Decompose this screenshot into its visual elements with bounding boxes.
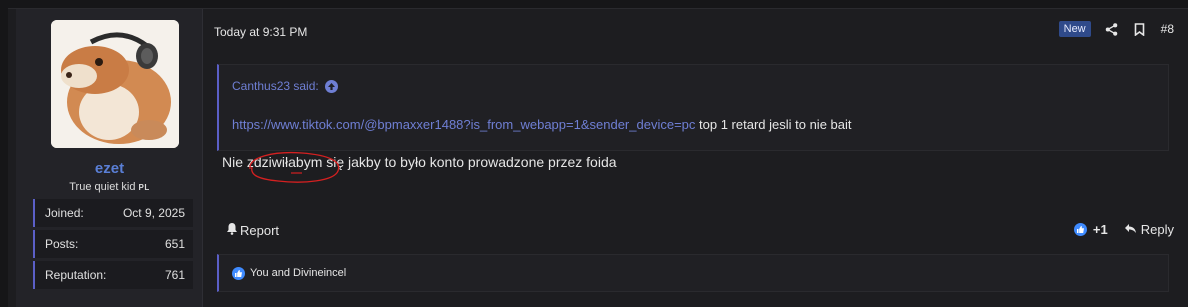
stat-joined: Joined: Oct 9, 2025 [33, 199, 193, 227]
quote-author[interactable]: Canthus23 said: [232, 79, 319, 93]
stat-value: 651 [164, 237, 185, 251]
like-count[interactable]: +1 [1073, 222, 1108, 237]
quote-link[interactable]: https://www.tiktok.com/@bpmaxxer1488?is_… [232, 117, 695, 132]
stat-label: Reputation: [45, 268, 107, 282]
stat-label: Posts: [45, 237, 79, 251]
quote-body: https://www.tiktok.com/@bpmaxxer1488?is_… [232, 117, 852, 132]
post-main: Today at 9:31 PM New #8 Canthus23 said: … [204, 9, 1188, 307]
share-icon[interactable] [1105, 22, 1119, 36]
report-button[interactable]: Report [226, 222, 279, 238]
hamster-headphones-avatar-image [51, 20, 179, 148]
like-icon [232, 266, 245, 280]
post-footer-actions: +1 Reply [1073, 222, 1174, 237]
quote-attribution[interactable]: Canthus23 said: [232, 79, 338, 93]
stat-value: Oct 9, 2025 [122, 206, 185, 220]
post-user-column: ezet True quiet kid PL Joined: Oct 9, 202… [16, 9, 203, 307]
avatar[interactable] [51, 20, 179, 148]
bookmark-icon[interactable] [1133, 22, 1147, 36]
red-circle-annotation [249, 151, 340, 183]
post-date[interactable]: Today at 9:31 PM [214, 25, 307, 39]
country-flag-label: PL [138, 183, 150, 192]
like-count-value: +1 [1092, 222, 1108, 237]
reactions-bar[interactable]: You and Divineincel [217, 254, 1169, 292]
reply-label: Reply [1140, 222, 1174, 237]
post-number[interactable]: #8 [1161, 22, 1174, 36]
quote-text: top 1 retard jesli to nie bait [699, 117, 852, 132]
stat-label: Joined: [45, 206, 84, 220]
reply-button[interactable]: Reply [1124, 222, 1174, 237]
quote-block: Canthus23 said: https://www.tiktok.com/@… [217, 64, 1169, 151]
bell-icon [226, 222, 238, 238]
like-icon [1073, 223, 1087, 236]
username[interactable]: ezet [16, 160, 203, 177]
reply-icon [1124, 222, 1137, 237]
new-badge: New [1058, 21, 1091, 37]
user-title: True quiet kid PL [16, 181, 203, 193]
post-actions: New #8 [1058, 21, 1174, 37]
reactions-text[interactable]: You and Divineincel [250, 267, 346, 279]
stat-reputation: Reputation: 761 [33, 261, 193, 289]
arrow-up-icon[interactable] [324, 79, 338, 93]
forum-post: ezet True quiet kid PL Joined: Oct 9, 202… [8, 8, 1188, 307]
stat-posts: Posts: 651 [33, 230, 193, 258]
report-label: Report [240, 222, 280, 238]
stat-value: 761 [164, 268, 185, 282]
user-title-text: True quiet kid [69, 181, 136, 193]
